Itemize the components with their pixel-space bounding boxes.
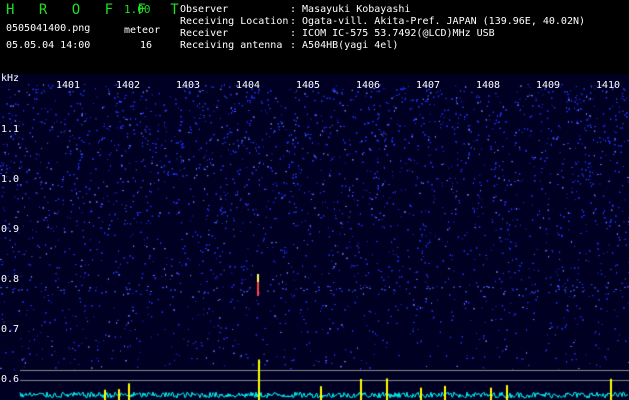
y-tick-label: 0.8 [1,274,20,285]
x-tick-label: 1406 [356,80,381,91]
x-tick-label: 1410 [596,80,621,91]
spectrogram-canvas [0,74,629,400]
x-tick-label: 1405 [296,80,321,91]
location-label: Receiving Location [180,16,289,27]
x-tick-label: 1409 [536,80,561,91]
receiver-value: : ICOM IC-575 53.7492(@LCD)MHz USB [290,28,495,39]
header-panel: H R O F F T 1.00 0505041400.png meteor 1… [0,0,629,74]
y-tick-label: 0.7 [1,324,20,335]
x-tick-label: 1408 [476,80,501,91]
observer-label: Observer [180,4,229,15]
x-tick-label: 1402 [116,80,141,91]
observation-timestamp: 05.05.04 14:00 [6,40,91,51]
app-version: 1.00 [124,3,151,16]
receiver-label: Receiver [180,28,229,39]
y-axis-unit: kHz [1,73,20,84]
app-title: H R O F F T [6,2,187,18]
observer-value: : Masayuki Kobayashi [290,4,411,15]
x-tick-label: 1407 [416,80,441,91]
meteor-label: meteor [124,25,161,36]
x-tick-label: 1404 [236,80,261,91]
y-tick-label: 1.0 [1,174,20,185]
x-tick-label: 1401 [56,80,81,91]
antenna-value: : A504HB(yagi 4el) [290,40,399,51]
location-value: : Ogata-vill. Akita-Pref. JAPAN (139.96E… [290,16,586,27]
y-tick-label: 0.9 [1,224,20,235]
y-tick-label: 1.1 [1,124,20,135]
y-tick-label: 0.6 [1,374,20,385]
x-tick-label: 1403 [176,80,201,91]
meteor-count: 16 [140,40,153,51]
antenna-label: Receiving antenna [180,40,283,51]
image-filename: 0505041400.png [6,23,91,34]
